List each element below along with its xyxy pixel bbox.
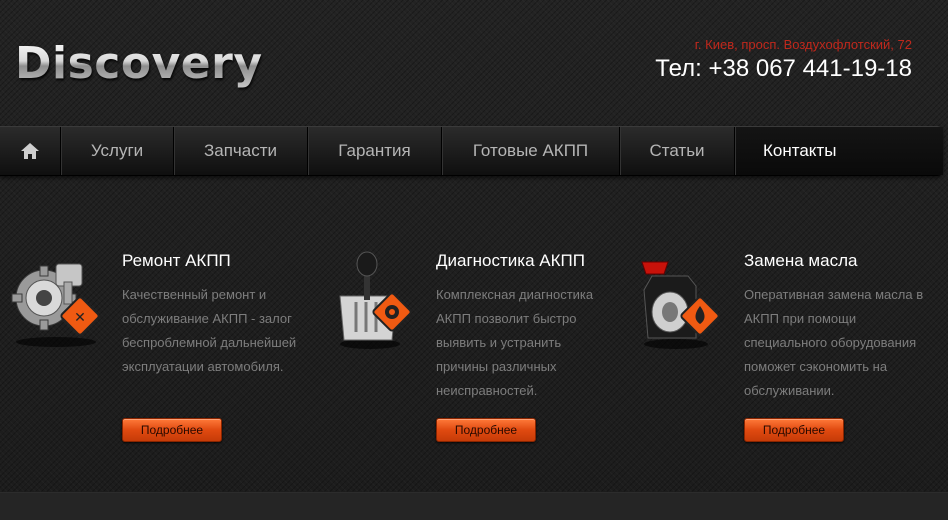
gear-shift-icon: [339, 251, 412, 349]
phone: Тел: +38 067 441-19-18: [655, 55, 912, 82]
nav-item-warranty[interactable]: Гарантия: [307, 127, 441, 175]
main-nav: Услуги Запчасти Гарантия Готовые АКПП Ст…: [0, 126, 943, 176]
nav-item-contacts[interactable]: Контакты: [734, 127, 943, 175]
service-description: Оперативная замена масла в АКПП при помо…: [744, 287, 924, 398]
oil-canister-icon: [641, 261, 720, 349]
nav-item-parts[interactable]: Запчасти: [173, 127, 307, 175]
service-title: Замена масла: [744, 251, 858, 270]
nav-item-services[interactable]: Услуги: [60, 127, 173, 175]
service-description: Комплексная диагностика АКПП позволит бы…: [436, 287, 594, 398]
home-button[interactable]: [0, 127, 60, 175]
nav-item-articles[interactable]: Статьи: [619, 127, 734, 175]
logo[interactable]: Discovery: [15, 38, 263, 89]
repair-gear-icon: ✕: [11, 263, 100, 347]
svg-text:✕: ✕: [74, 310, 86, 326]
more-button-diagnostics[interactable]: Подробнее: [436, 418, 536, 442]
more-button-oil-change[interactable]: Подробнее: [744, 418, 844, 442]
footer-strip: [0, 492, 948, 520]
home-icon: [21, 143, 39, 159]
nav-item-ready-transmissions[interactable]: Готовые АКПП: [441, 127, 619, 175]
service-description: Качественный ремонт и обслуживание АКПП …: [122, 287, 297, 374]
service-title: Диагностика АКПП: [436, 251, 585, 270]
service-title: Ремонт АКПП: [122, 251, 231, 270]
address: г. Киев, просп. Воздухофлотский, 72: [694, 37, 912, 52]
more-button-repair[interactable]: Подробнее: [122, 418, 222, 442]
